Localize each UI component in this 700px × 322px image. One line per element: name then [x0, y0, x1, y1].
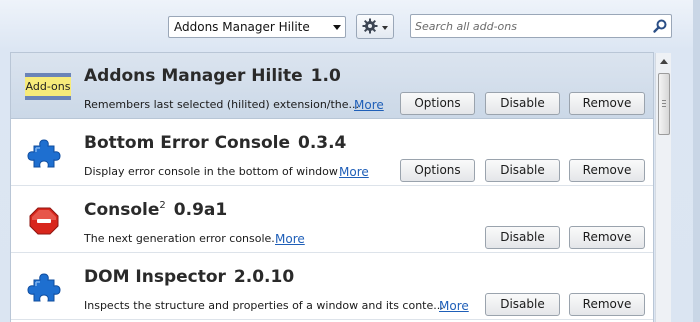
addon-row-bottom-error-console[interactable]: Bottom Error Console 0.3.4 Display error … — [11, 120, 653, 186]
scroll-up-arrow-icon[interactable] — [660, 59, 668, 64]
addon-version: 0.3.4 — [297, 133, 347, 153]
more-link[interactable]: More — [339, 165, 369, 179]
addon-title: Addons Manager Hilite 1.0 — [84, 66, 341, 86]
addon-name: Bottom Error Console — [84, 133, 290, 153]
addon-version: 2.0.10 — [233, 267, 295, 287]
disable-button[interactable]: Disable — [485, 92, 560, 115]
vertical-scrollbar[interactable] — [655, 53, 671, 322]
search-icon[interactable] — [652, 18, 668, 34]
view-select-value: Addons Manager Hilite — [174, 20, 310, 34]
disable-button[interactable]: Disable — [485, 226, 560, 249]
addon-row-dom-inspector[interactable]: DOM Inspector 2.0.10 Inspects the structu… — [11, 254, 653, 320]
puzzle-piece-icon — [27, 273, 61, 302]
more-link[interactable]: More — [275, 232, 305, 246]
scrollbar-thumb[interactable] — [658, 73, 670, 135]
tools-menu-button[interactable] — [356, 14, 394, 39]
addon-title: DOM Inspector 2.0.10 — [84, 267, 294, 287]
dropdown-arrow-icon — [333, 25, 341, 30]
addon-version: 1.0 — [310, 66, 341, 86]
search-input[interactable] — [415, 17, 645, 35]
addon-description: Inspects the structure and properties of… — [84, 299, 444, 312]
more-link[interactable]: More — [354, 98, 384, 112]
addon-title: Bottom Error Console 0.3.4 — [84, 133, 346, 153]
addon-name: DOM Inspector — [84, 267, 226, 287]
addon-description: Remembers last selected (hilited) extens… — [84, 98, 360, 111]
search-box[interactable] — [410, 14, 672, 38]
options-button[interactable]: Options — [400, 92, 475, 115]
addon-row-addons-manager-hilite[interactable]: Add-ons Addons Manager Hilite 1.0 Remembe… — [11, 53, 653, 119]
remove-button[interactable]: Remove — [569, 159, 645, 182]
addon-version: 0.9a1 — [173, 200, 228, 220]
addon-superscript: 2 — [159, 200, 166, 211]
more-link[interactable]: More — [439, 299, 469, 313]
puzzle-piece-icon — [27, 139, 61, 168]
red-stop-icon — [29, 207, 59, 235]
remove-button[interactable]: Remove — [569, 226, 645, 249]
addon-list: Add-ons Addons Manager Hilite 1.0 Remembe… — [10, 52, 654, 322]
addon-name: Addons Manager Hilite — [84, 66, 303, 86]
addon-title: Console2 0.9a1 — [84, 200, 227, 220]
window-edge — [693, 0, 700, 322]
toolbar: Addons Manager Hilite — [0, 0, 700, 52]
addon-description: Display error console in the bottom of w… — [84, 165, 338, 178]
disable-button[interactable]: Disable — [485, 293, 560, 316]
addon-row-console[interactable]: Console2 0.9a1 The next generation error … — [11, 187, 653, 253]
addon-name: Console — [84, 200, 160, 220]
gear-icon — [362, 18, 378, 34]
addons-badge-icon: Add-ons — [25, 73, 71, 100]
chevron-down-icon — [382, 26, 388, 30]
options-button[interactable]: Options — [400, 159, 475, 182]
view-select[interactable]: Addons Manager Hilite — [168, 16, 346, 38]
disable-button[interactable]: Disable — [485, 159, 560, 182]
grip-icon — [662, 100, 666, 107]
remove-button[interactable]: Remove — [569, 92, 645, 115]
addons-badge-label: Add-ons — [25, 80, 71, 93]
addon-icon: Add-ons — [25, 71, 71, 103]
addon-description: The next generation error console. — [84, 232, 275, 245]
remove-button[interactable]: Remove — [569, 293, 645, 316]
